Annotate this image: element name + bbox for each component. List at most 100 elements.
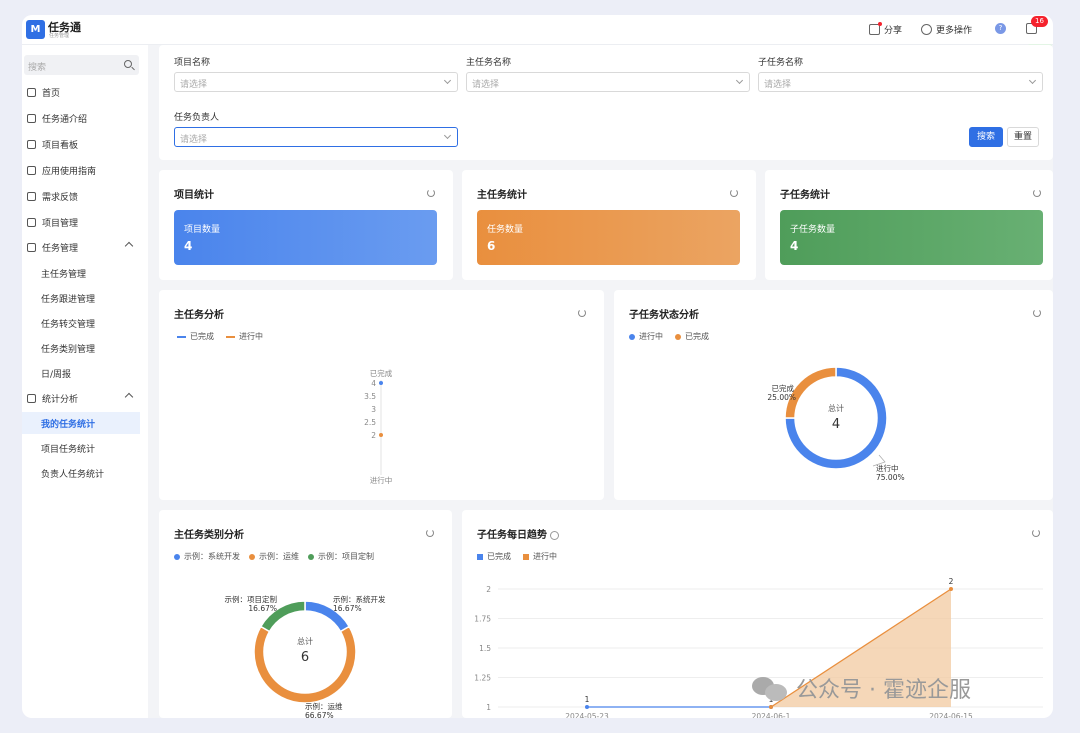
project-name-label: 项目名称: [174, 58, 211, 68]
slice-percent: 66.67%: [305, 711, 334, 718]
top-bar: M 任务通 任务管理 分享 更多操作 ? 16: [22, 15, 1053, 45]
slice-label: 示例：项目定制: [225, 594, 278, 604]
chevron-up-icon: [124, 392, 134, 402]
search-icon: [124, 60, 132, 68]
card-title: 项目统计: [174, 190, 214, 201]
slice-label: 示例：运维: [305, 701, 343, 711]
bar-point: [379, 381, 383, 385]
owner-label: 任务负责人: [174, 113, 220, 123]
app-subtitle: 任务管理: [49, 33, 70, 39]
slice-percent: 25.00%: [767, 393, 796, 402]
main-task-analysis-card: 主任务分析 已完成 进行中 4 3.5 3 2.5 2 已完成 进行中: [159, 290, 604, 500]
share-button[interactable]: 分享: [869, 22, 902, 36]
slice-percent: 75.00%: [876, 473, 905, 482]
x-tick-label: 2024-05-23: [565, 712, 609, 718]
x-tick-label: 2024-06-1: [752, 712, 791, 718]
chart-icon: [27, 393, 36, 403]
y-tick-label: 3: [371, 405, 376, 414]
sidebar-item-main-task[interactable]: 主任务管理: [22, 262, 140, 284]
sidebar-item-feedback[interactable]: 需求反馈: [22, 185, 140, 207]
project-name-select[interactable]: 请选择: [174, 72, 458, 92]
sidebar-search-input[interactable]: 搜索: [24, 55, 139, 75]
sidebar-item-guide[interactable]: 应用使用指南: [22, 159, 140, 181]
sub-task-name-select[interactable]: 请选择: [758, 72, 1043, 92]
sidebar-item-task-category[interactable]: 任务类别管理: [22, 337, 140, 359]
guide-icon: [27, 165, 36, 175]
home-icon: [27, 87, 36, 97]
y-tick-label: 1: [486, 703, 491, 712]
chevron-down-icon: [1028, 76, 1037, 85]
board-icon: [27, 139, 36, 149]
sidebar-item-my-stats[interactable]: 我的任务统计: [22, 412, 140, 434]
chevron-down-icon: [443, 131, 452, 140]
sidebar: 搜索 首页 任务通介绍 项目看板 应用使用指南 需求反馈 项目管理 任务管理 主…: [22, 45, 148, 718]
more-actions-button[interactable]: 更多操作: [921, 23, 972, 36]
sidebar-item-board[interactable]: 项目看板: [22, 133, 140, 155]
y-tick-label: 2: [486, 585, 491, 594]
y-tick-label: 2.5: [364, 418, 376, 427]
chevron-down-icon: [443, 76, 452, 85]
doc-icon: [27, 113, 36, 123]
slice-percent: 16.67%: [248, 604, 277, 613]
center-label: 总计: [828, 403, 844, 413]
sidebar-item-intro[interactable]: 任务通介绍: [22, 107, 140, 129]
reset-button[interactable]: 重置: [1007, 127, 1039, 147]
y-tick-label: 1.5: [479, 644, 491, 653]
sidebar-item-statistics[interactable]: 统计分析: [22, 387, 140, 409]
sidebar-item-report[interactable]: 日/周报: [22, 362, 140, 384]
chevron-down-icon: [735, 76, 744, 85]
sidebar-item-owner-stats[interactable]: 负责人任务统计: [22, 462, 140, 484]
slice-percent: 16.67%: [333, 604, 362, 613]
sidebar-item-task-follow[interactable]: 任务跟进管理: [22, 287, 140, 309]
sidebar-item-task-mgmt[interactable]: 任务管理: [22, 236, 140, 258]
search-button[interactable]: 搜索: [969, 127, 1003, 147]
refresh-icon[interactable]: [1033, 189, 1041, 197]
data-point: [949, 587, 953, 591]
help-button[interactable]: ?: [995, 23, 1006, 34]
sidebar-item-home[interactable]: 首页: [22, 81, 140, 103]
watermark: 公众号 · 霍迹企服: [752, 672, 971, 704]
project-stats-card: 项目统计 项目数量 4: [159, 170, 453, 280]
data-point: [585, 705, 589, 709]
main-task-category-card: 主任务类别分析 示例：系统开发 示例：运维 示例：项目定制 总计 6 示例：系统开发…: [159, 510, 452, 718]
task-count-tile: 任务数量 6: [477, 210, 740, 265]
task-icon: [27, 242, 36, 252]
y-tick-label: 2: [371, 431, 376, 440]
category-label: 进行中: [370, 475, 393, 485]
refresh-icon[interactable]: [427, 189, 435, 197]
help-icon: ?: [995, 23, 1006, 34]
app-window: M 任务通 任务管理 分享 更多操作 ? 16 宜搭 搜索 首页 任务通介绍 项…: [22, 15, 1053, 718]
refresh-icon[interactable]: [730, 189, 738, 197]
y-tick-label: 3.5: [364, 392, 376, 401]
sidebar-item-project-mgmt[interactable]: 项目管理: [22, 211, 140, 233]
sub-task-status-chart: 总计 4 进行中75.00% 已完成25.00%: [767, 366, 905, 482]
main-task-name-label: 主任务名称: [466, 58, 512, 68]
main-task-category-chart: 总计6示例：系统开发16.67%示例：运维66.67%示例：项目定制16.67%: [225, 594, 386, 718]
sub-task-status-card: 子任务状态分析 进行中 已完成 总计 4 进行中 75.00% 已完成 25.00%: [614, 290, 1053, 500]
card-title: 主任务统计: [477, 190, 527, 201]
wechat-icon: [752, 675, 788, 701]
data-label: 2: [949, 577, 954, 586]
app-logo-icon[interactable]: M: [26, 20, 45, 39]
notification-badge: 16: [1031, 16, 1048, 27]
share-icon: [869, 22, 882, 35]
x-tick-label: 2024-06-15: [929, 712, 973, 718]
project-icon: [27, 217, 36, 227]
y-tick-label: 1.25: [474, 674, 491, 683]
y-tick-label: 4: [371, 379, 376, 388]
project-count-tile: 项目数量 4: [174, 210, 437, 265]
center-value: 4: [832, 417, 840, 432]
sub-task-name-label: 子任务名称: [758, 58, 804, 68]
data-label: 1: [585, 695, 590, 704]
data-point: [769, 705, 773, 709]
card-title: 子任务统计: [780, 190, 830, 201]
bar-point: [379, 433, 383, 437]
center-value: 6: [301, 650, 309, 665]
sidebar-item-task-transfer[interactable]: 任务转交管理: [22, 312, 140, 334]
sub-task-count-tile: 子任务数量 4: [780, 210, 1043, 265]
main-task-name-select[interactable]: 请选择: [466, 72, 750, 92]
chevron-up-icon: [124, 241, 134, 251]
sidebar-item-project-stats[interactable]: 项目任务统计: [22, 437, 140, 459]
slice-label: 进行中: [876, 463, 899, 473]
owner-select[interactable]: 请选择: [174, 127, 458, 147]
